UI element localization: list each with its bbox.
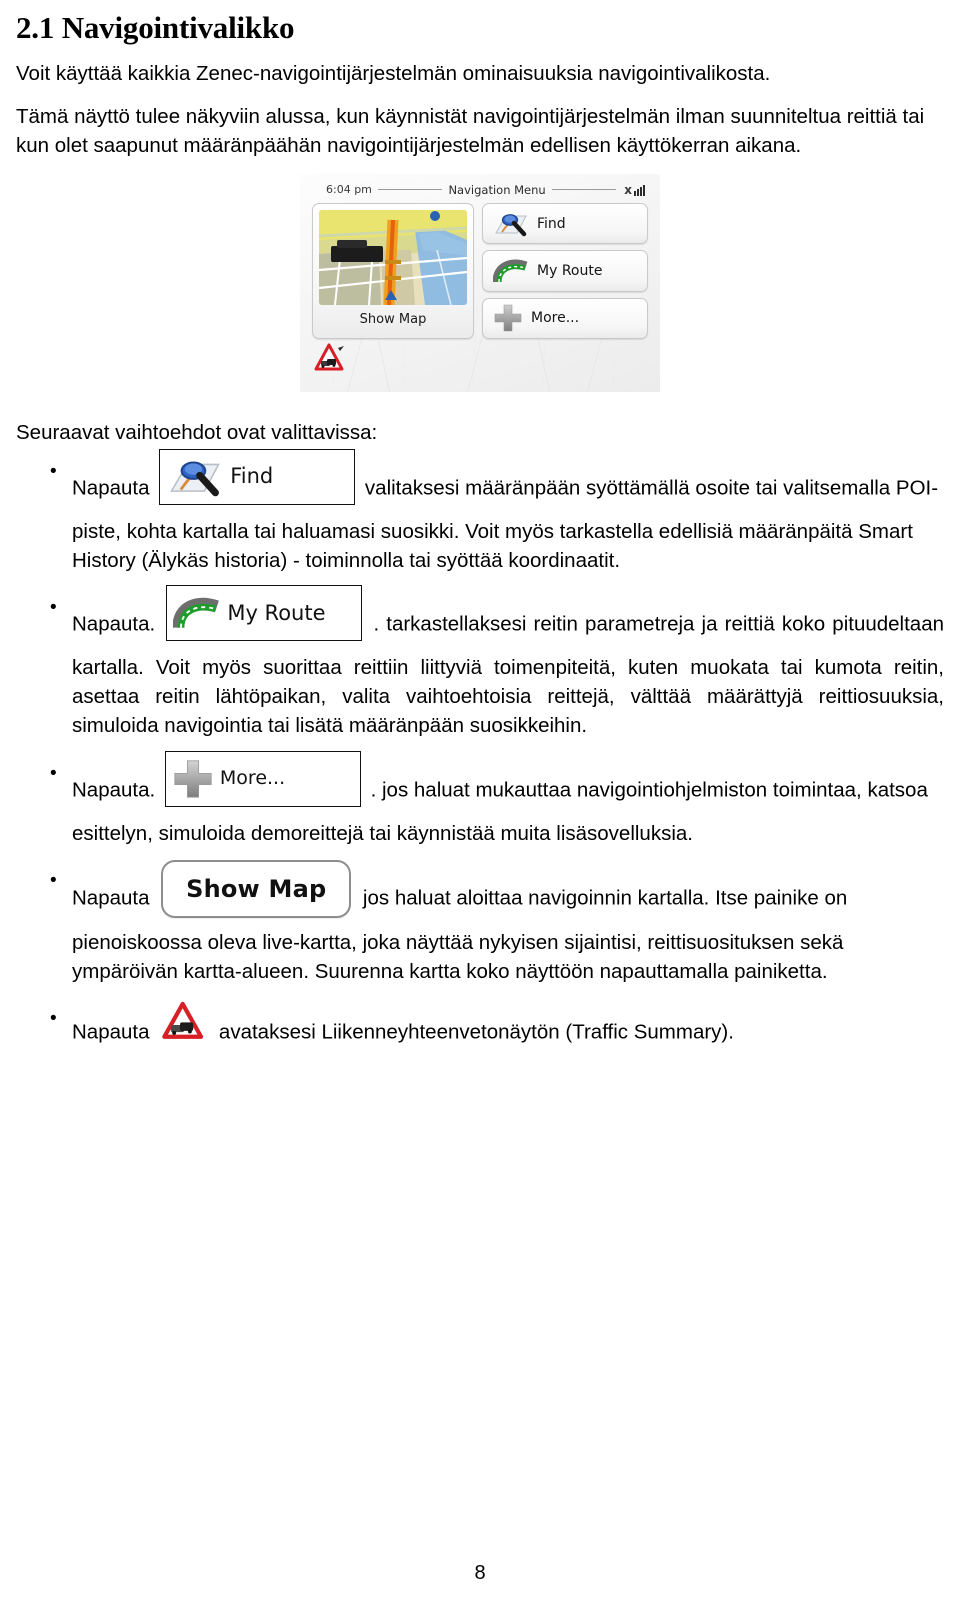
list-item-show-map: Napauta Show Map jos haluat aloittaa nav… — [16, 859, 944, 986]
list-item-my-route: Napauta. My Route . tarkastellaksesi rei… — [16, 585, 944, 740]
bullet-lead-more: Napauta. — [72, 777, 156, 801]
device-tile-find[interactable]: Find — [482, 202, 648, 245]
inline-button-more[interactable]: More... — [164, 750, 361, 807]
status-divider-left — [377, 189, 443, 191]
intro-paragraph-2: Tämä näyttö tulee näkyviin alussa, kun k… — [16, 104, 925, 157]
inline-button-my-route-label: My Route — [227, 600, 326, 625]
device-tile-find-label: Find — [537, 215, 566, 232]
bullet-lead-traffic: Napauta — [72, 1020, 150, 1044]
bullet-lead-my-route: Napauta. — [72, 612, 156, 636]
bullet-lead-find: Napauta — [72, 476, 150, 500]
device-right-column: Find My Route More... — [482, 202, 648, 339]
options-list: Napauta Find valitaksesi määränpään syöt… — [16, 448, 944, 1058]
page-number: 8 — [474, 1562, 486, 1584]
status-divider-right — [551, 189, 617, 191]
gps-no-signal-icon: x — [624, 184, 648, 196]
curved-road-icon — [492, 258, 529, 284]
map-thumbnail-icon — [319, 209, 467, 305]
navigation-menu-figure: 6:04 pm Navigation Menu x Show Map Find … — [16, 173, 944, 392]
bullet-text-traffic: avataksesi Liikenneyhteenvetonäytön (Tra… — [218, 1020, 734, 1044]
inline-button-find-label: Find — [230, 464, 274, 489]
clock-label: 6:04 pm — [326, 183, 372, 197]
magnifier-on-map-icon — [493, 210, 529, 238]
inline-button-traffic[interactable] — [161, 1000, 207, 1050]
traffic-warning-triangle-icon[interactable] — [314, 342, 348, 374]
device-screenshot: 6:04 pm Navigation Menu x Show Map Find … — [300, 173, 660, 392]
page-title: 2.1 Navigointivalikko — [16, 10, 295, 45]
device-tile-more-label: More... — [531, 310, 580, 327]
device-tile-my-route[interactable]: My Route — [482, 250, 648, 292]
plus-icon — [493, 303, 523, 333]
list-item-more: Napauta. More... — [16, 750, 944, 848]
device-screen: 6:04 pm Navigation Menu x Show Map Find … — [312, 180, 648, 340]
bullet-lead-show-map: Napauta — [72, 886, 150, 910]
inline-button-find[interactable]: Find — [159, 448, 356, 505]
intro-paragraph-1: Voit käyttää kaikkia Zenec-navigointijär… — [16, 61, 771, 85]
gps-x-glyph: x — [624, 182, 633, 197]
options-lead-in: Seuraavat vaihtoehdot ovat valittavissa: — [16, 420, 378, 444]
device-tile-more[interactable]: More... — [482, 297, 648, 339]
inline-button-show-map-label: Show Map — [186, 874, 327, 903]
device-status-bar: 6:04 pm Navigation Menu x — [312, 180, 648, 200]
device-tile-show-map[interactable]: Show Map — [312, 202, 474, 339]
inline-button-show-map[interactable]: Show Map — [161, 859, 352, 918]
traffic-warning-triangle-icon — [161, 1000, 207, 1042]
device-tile-grid: Show Map Find My Route More... — [312, 202, 648, 339]
inline-button-more-label: More... — [219, 767, 286, 790]
curved-road-icon — [172, 595, 221, 631]
list-item-find: Napauta Find valitaksesi määränpään syöt… — [16, 448, 944, 575]
page-content: 2.1 Navigointivalikko Voit käyttää kaikk… — [0, 0, 960, 1058]
list-item-traffic: Napauta avataksesi Liikenneyhteenvetonäy… — [16, 1001, 944, 1058]
document-page: 2.1 Navigointivalikko Voit käyttää kaikk… — [0, 0, 960, 1603]
device-tile-show-map-label: Show Map — [359, 311, 427, 327]
device-screen-title: Navigation Menu — [448, 182, 546, 197]
inline-button-my-route[interactable]: My Route — [166, 585, 363, 642]
plus-icon — [172, 758, 214, 800]
magnifier-on-map-icon — [166, 455, 224, 499]
device-tile-my-route-label: My Route — [537, 262, 603, 279]
device-left-column: Show Map — [312, 202, 474, 339]
